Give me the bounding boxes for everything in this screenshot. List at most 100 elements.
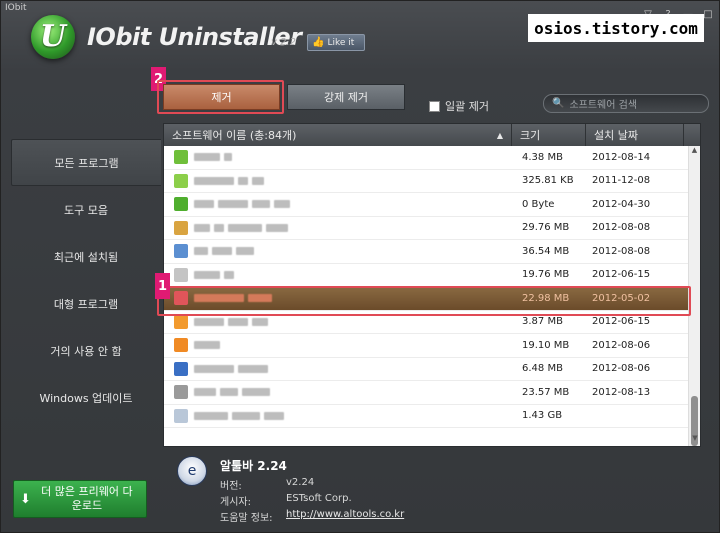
watermark-text: osios.tistory.com [528,14,704,42]
window-caption: IObit [5,3,27,13]
version-label: 버전: [220,481,242,492]
app-logo-icon: U [31,15,75,59]
program-icon [174,408,188,423]
sidebar: 모든 프로그램 도구 모음 최근에 설치됨 대형 프로그램 거의 사용 안 함 … [11,139,161,421]
download-icon: ⬇ [20,491,31,507]
app-title: IObit Uninstaller [87,23,302,51]
sidebar-item-all-programs[interactable]: 모든 프로그램 [11,139,161,186]
like-it-label: Like it [327,37,355,48]
table-scrollbar[interactable]: ▲ ▼ [688,146,700,446]
program-name-obscured [194,153,512,162]
table-row[interactable]: 6.48 MB 2012-08-06 [164,358,700,381]
program-detail-info: 버전: v2.24 게시자: ESTsoft Corp. 도움말 정보: htt… [220,477,404,524]
table-row[interactable]: 325.81 KB 2011-12-08 [164,170,700,193]
table-rows: 4.38 MB 2012-08-14 325.81 KB 2011-12-08 0 By… [164,146,700,428]
sidebar-item-windows-updates[interactable]: Windows 업데이트 [11,374,161,421]
program-name-obscured [194,247,512,256]
sort-ascending-icon: ▲ [496,130,503,140]
sidebar-item-toolbars[interactable]: 도구 모음 [11,186,161,233]
program-size: 22.98 MB [522,292,570,304]
program-size: 19.76 MB [522,269,570,281]
version-value: v2.24 [286,477,315,488]
table-row[interactable]: 19.10 MB 2012-08-06 [164,334,700,358]
program-icon [174,150,188,165]
program-icon [174,244,188,259]
program-size: 325.81 KB [522,175,574,187]
program-name-obscured [194,223,512,232]
program-name-obscured [194,341,512,350]
step-badge-1: 1 [155,273,170,299]
sidebar-item-rarely-used[interactable]: 거의 사용 안 함 [11,327,161,374]
table-row[interactable]: 3.87 MB 2012-06-15 [164,311,700,334]
program-install-date: 2012-06-15 [592,269,651,281]
program-size: 1.43 GB [522,410,563,422]
table-row[interactable]: 0 Byte 2012-04-30 [164,193,700,217]
program-install-date: 2012-08-06 [592,363,651,375]
thumbs-up-icon: 👍 [312,37,325,48]
scroll-up-icon[interactable]: ▲ [689,146,700,158]
table-header: 소프트웨어 이름 (총:84개) ▲ 크기 설치 날짜 [164,124,700,146]
program-detail-title: 알툴바 2.24 [220,459,287,473]
publisher-value: ESTsoft Corp. [286,493,352,504]
search-input[interactable]: 🔍 소프트웨어 검색 [543,94,709,113]
sidebar-item-large-programs[interactable]: 대형 프로그램 [11,280,161,327]
help-link[interactable]: http://www.altools.co.kr [286,509,404,524]
batch-remove-label: 일괄 제거 [445,100,489,113]
table-row[interactable]: 4.38 MB 2012-08-14 [164,146,700,170]
publisher-label: 게시자: [220,497,251,508]
table-row[interactable]: 22.98 MB 2012-05-02 [164,287,700,311]
program-name-obscured [194,270,512,279]
program-install-date: 2012-05-02 [592,292,651,304]
table-row[interactable]: 19.76 MB 2012-06-15 [164,264,700,287]
program-icon [174,361,188,376]
table-row[interactable]: 36.54 MB 2012-08-08 [164,240,700,264]
program-icon [174,197,188,212]
program-size: 6.48 MB [522,363,563,375]
program-size: 0 Byte [522,198,555,210]
program-name-obscured [194,176,512,185]
program-install-date: 2012-08-08 [592,222,651,234]
program-size: 29.76 MB [522,222,570,234]
help-label: 도움말 정보: [220,513,273,524]
table-row[interactable]: 1.43 GB [164,405,700,428]
remove-button[interactable]: 제거 [163,84,280,110]
table-row[interactable]: 29.76 MB 2012-08-08 [164,217,700,240]
program-size: 36.54 MB [522,245,570,257]
app-version: v 2.2 [271,37,296,48]
program-icon [174,291,188,306]
like-it-button[interactable]: 👍 Like it [307,34,365,51]
more-freeware-button[interactable]: ⬇ 더 많은 프리웨어 다운로드 [13,480,147,518]
program-icon [174,385,188,400]
program-install-date: 2012-08-14 [592,151,651,163]
sidebar-item-recently-installed[interactable]: 최근에 설치됨 [11,233,161,280]
column-header-size[interactable]: 크기 [512,124,586,146]
table-row[interactable]: 23.57 MB 2012-08-13 [164,381,700,405]
program-table: 소프트웨어 이름 (총:84개) ▲ 크기 설치 날짜 4.38 MB 2012-… [163,123,701,447]
force-remove-button[interactable]: 강제 제거 [287,84,405,110]
column-header-name[interactable]: 소프트웨어 이름 (총:84개) ▲ [164,124,512,146]
program-name-obscured [194,411,512,420]
program-size: 3.87 MB [522,316,563,328]
program-install-date: 2012-06-15 [592,316,651,328]
scroll-down-icon[interactable]: ▼ [689,434,700,446]
program-icon [174,314,188,329]
app-window: IObit U IObit Uninstaller v 2.2 👍 Like i… [0,0,720,533]
program-install-date: 2012-08-06 [592,339,651,351]
program-icon [174,338,188,353]
program-install-date: 2011-12-08 [592,175,651,187]
program-name-obscured [194,364,512,373]
program-size: 4.38 MB [522,151,563,163]
more-freeware-label: 더 많은 프리웨어 다운로드 [41,485,133,512]
program-install-date: 2012-08-08 [592,245,651,257]
column-header-name-label: 소프트웨어 이름 (총:84개) [172,129,297,142]
program-size: 19.10 MB [522,339,570,351]
batch-remove-checkbox[interactable] [429,100,440,112]
batch-remove-option[interactable]: 일괄 제거 [429,98,489,114]
search-icon: 🔍 [552,98,565,109]
column-header-date[interactable]: 설치 날짜 [586,124,684,146]
program-icon [174,173,188,188]
program-name-obscured [194,317,512,326]
program-icon [174,267,188,282]
program-name-obscured [194,200,512,209]
program-icon [174,220,188,235]
